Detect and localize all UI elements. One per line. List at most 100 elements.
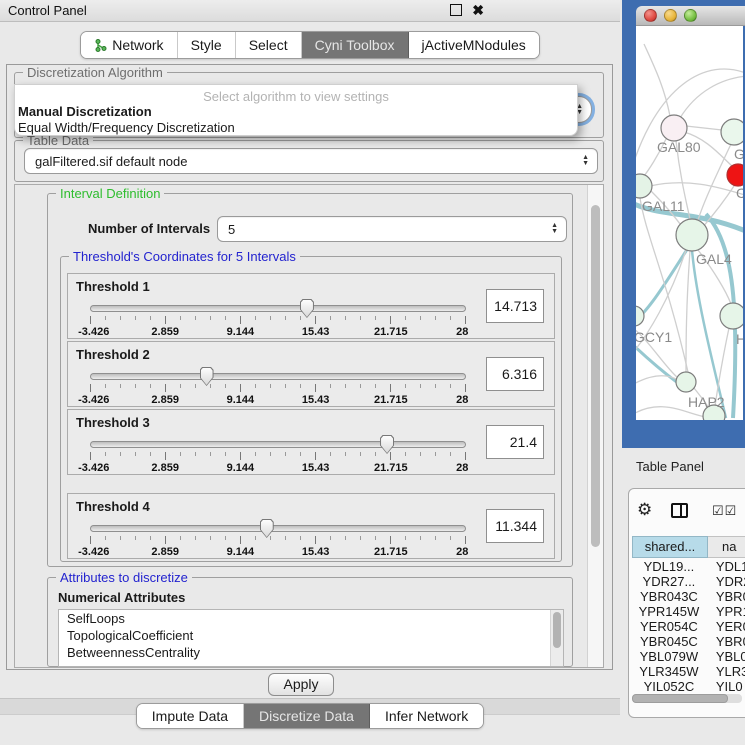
slider-tick	[450, 536, 451, 540]
algorithm-dropdown-popup: Select algorithm to view settings Manual…	[14, 84, 578, 136]
main-scrollbar[interactable]	[587, 185, 603, 667]
node-gal80[interactable]	[661, 115, 687, 141]
scrollbar-thumb[interactable]	[591, 205, 600, 547]
table-row[interactable]: YBR045CYBR0	[632, 634, 745, 649]
cell: YIL0	[706, 679, 745, 692]
tab-jactivemnodules[interactable]: jActiveMNodules	[409, 32, 539, 58]
table-row[interactable]: YER054CYER0	[632, 619, 745, 634]
slider-track[interactable]	[90, 525, 466, 532]
slider-tick	[405, 316, 406, 320]
slider-track[interactable]	[90, 373, 466, 380]
table-data-select[interactable]: galFiltered.sif default node ▲▼	[24, 148, 598, 174]
tab-discretize-data[interactable]: Discretize Data	[244, 704, 370, 728]
control-panel-titlebar: Control Panel ✖	[0, 0, 620, 22]
node-gal4[interactable]	[676, 219, 708, 251]
tab-network[interactable]: Network	[81, 32, 177, 58]
list-item[interactable]: BetweennessCentrality	[59, 644, 563, 661]
slider-ticks	[90, 536, 466, 545]
scrollbar-thumb[interactable]	[553, 612, 561, 648]
network-icon	[94, 39, 107, 52]
table-body: YDL19...YDL1 YDR27...YDR2 YBR043CYBR0 YP…	[632, 559, 745, 692]
slider-tick	[465, 316, 466, 324]
slider-tick	[105, 316, 106, 320]
node-partial-top-right[interactable]	[721, 119, 743, 145]
slider-tick	[240, 316, 241, 324]
slider-tick	[390, 536, 391, 544]
slider-tick	[435, 316, 436, 320]
slider-tick	[120, 384, 121, 388]
slider-tick	[315, 536, 316, 544]
slider-tick	[270, 384, 271, 388]
popup-option-equal-width-frequency[interactable]: Equal Width/Frequency Discretization	[18, 120, 235, 135]
apply-button[interactable]: Apply	[268, 673, 334, 696]
table-row[interactable]: YBR043CYBR0	[632, 589, 745, 604]
table-row[interactable]: YIL052CYIL0	[632, 679, 745, 692]
threshold-value-field[interactable]: 21.4	[486, 425, 544, 459]
numerical-attributes-list[interactable]: SelfLoops TopologicalCoefficient Between…	[58, 609, 564, 667]
network-window-titlebar[interactable]	[636, 6, 745, 26]
horizontal-scrollbar[interactable]	[632, 694, 742, 703]
minimize-traffic-icon[interactable]	[664, 9, 677, 22]
node-h[interactable]	[720, 303, 743, 329]
threshold-box: Threshold 1 -3.426 2.859 9.144 15.43 21.…	[67, 273, 555, 339]
close-traffic-icon[interactable]	[644, 9, 657, 22]
slider-track[interactable]	[90, 305, 466, 312]
cell: YIL052C	[632, 679, 706, 692]
table-row[interactable]: YLR345WYLR3	[632, 664, 745, 679]
threshold-value-field[interactable]: 14.713	[486, 289, 544, 323]
threshold-value-field[interactable]: 6.316	[486, 357, 544, 391]
slider-tick	[90, 316, 91, 324]
slider-tick	[390, 452, 391, 460]
slider-tick	[225, 384, 226, 388]
table-row[interactable]: YDR27...YDR2	[632, 574, 745, 589]
table-header-row: shared... na	[632, 536, 745, 558]
slider-track[interactable]	[90, 441, 466, 448]
tab-infer-network[interactable]: Infer Network	[370, 704, 483, 728]
threshold-label: Threshold 2	[76, 347, 150, 362]
zoom-traffic-icon[interactable]	[684, 9, 697, 22]
node-red-selected[interactable]	[727, 164, 743, 186]
close-icon[interactable]: ✖	[472, 2, 484, 19]
tab-style[interactable]: Style	[178, 32, 236, 58]
cell: YER054C	[632, 619, 706, 634]
threshold-value-field[interactable]: 11.344	[486, 509, 544, 543]
tab-impute-data[interactable]: Impute Data	[137, 704, 244, 728]
slider-tick	[375, 452, 376, 456]
split-view-icon[interactable]	[671, 503, 688, 518]
popup-option-manual-discretization[interactable]: Manual Discretization	[18, 104, 152, 119]
slider-tick	[435, 452, 436, 456]
node-hap2[interactable]	[676, 372, 696, 392]
float-window-icon[interactable]	[450, 4, 462, 16]
table-row[interactable]: YDL19...YDL1	[632, 559, 745, 574]
tab-select[interactable]: Select	[236, 32, 302, 58]
gear-icon[interactable]: ⚙	[637, 500, 652, 520]
number-of-intervals-select[interactable]: 5 ▲▼	[217, 216, 567, 242]
popup-placeholder-option[interactable]: Select algorithm to view settings	[15, 89, 577, 104]
slider-tick	[135, 384, 136, 388]
slider-ticks	[90, 452, 466, 461]
checkbox-columns-icon[interactable]: ☑☑	[712, 503, 737, 519]
slider-tick	[270, 452, 271, 456]
list-item[interactable]: SelfLoops	[59, 610, 563, 627]
slider-tick	[180, 452, 181, 456]
slider-tick-labels: -3.426 2.859 9.144 15.43 21.715 28	[90, 326, 466, 338]
table-row[interactable]: YBL079WYBL0	[632, 649, 745, 664]
cell: YDR27...	[632, 574, 706, 589]
slider-tick	[300, 316, 301, 320]
column-header-name[interactable]: na	[708, 536, 745, 558]
column-header-shared-name[interactable]: shared...	[632, 536, 708, 558]
table-data-selected-value: galFiltered.sif default node	[35, 154, 187, 169]
node-gal11[interactable]	[636, 174, 652, 198]
tab-label: Cyni Toolbox	[315, 37, 395, 53]
slider-tick	[210, 384, 211, 388]
tab-cyni-toolbox[interactable]: Cyni Toolbox	[302, 32, 409, 58]
slider-tick	[165, 384, 166, 392]
slider-tick	[135, 536, 136, 540]
list-scrollbar[interactable]	[550, 610, 563, 666]
scrollbar-thumb[interactable]	[632, 694, 728, 703]
list-item[interactable]: TopologicalCoefficient	[59, 627, 563, 644]
network-view-canvas[interactable]: GAL80 GAL11 GAL4 GCY1 HAP2 H G C	[636, 26, 743, 420]
table-row[interactable]: YPR145WYPR1	[632, 604, 745, 619]
slider-tick-label: 15.43	[302, 326, 330, 338]
node-gcy1[interactable]	[636, 306, 644, 326]
